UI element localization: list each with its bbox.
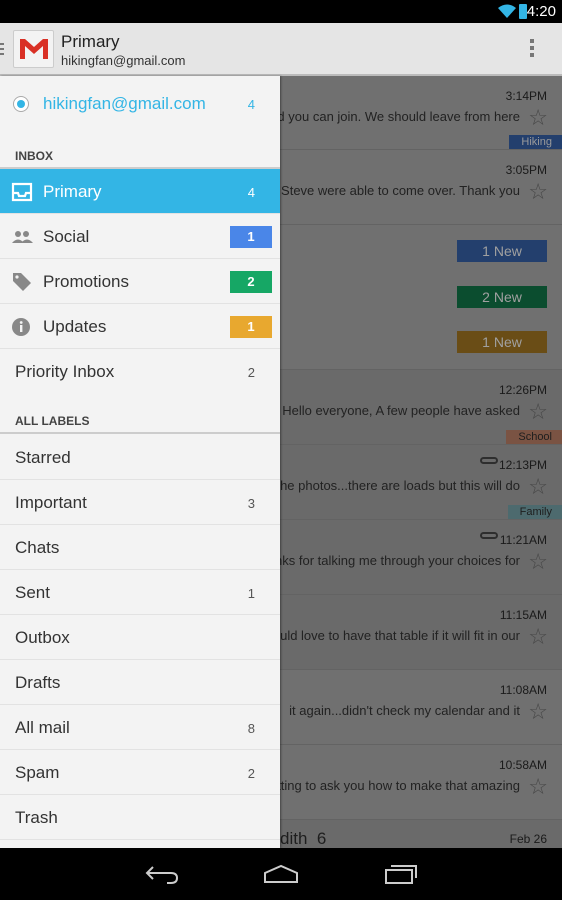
drawer-item-important[interactable]: Important 3 — [0, 480, 280, 525]
system-nav-bar — [0, 848, 562, 900]
account-item[interactable]: hikingfan@gmail.com 4 — [0, 76, 280, 134]
inbox-icon — [11, 182, 33, 202]
email-snippet: and Steve were able to come over. Thank … — [280, 183, 520, 198]
clock: 4:20 — [526, 3, 556, 20]
star-icon[interactable]: ☆ — [528, 626, 548, 648]
wifi-icon — [498, 4, 516, 18]
drawer-item-sent[interactable]: Sent 1 — [0, 570, 280, 615]
email-row[interactable]: 11:21AM nks for talking me through your … — [280, 520, 562, 595]
label-chip: School — [506, 430, 562, 444]
app-bar: Primary hikingfan@gmail.com — [0, 23, 562, 76]
info-icon — [12, 318, 30, 336]
label-chip: Family — [507, 505, 562, 519]
recent-apps-icon[interactable] — [384, 864, 418, 884]
people-icon — [12, 231, 33, 243]
account-email: hikingfan@gmail.com — [43, 94, 206, 113]
drawer-item-chats[interactable]: Chats — [0, 525, 280, 570]
star-icon[interactable]: ☆ — [528, 776, 548, 798]
back-icon[interactable] — [145, 864, 179, 884]
battery-icon — [519, 4, 527, 19]
email-list-dimmed-scrim[interactable]: 3:14PM d you can join. We should leave f… — [280, 76, 562, 848]
updates-new-badge[interactable]: 1 New — [457, 331, 547, 353]
email-snippet: would love to have that table if it will… — [280, 628, 520, 643]
email-snippet: nks for talking me through your choices … — [280, 553, 520, 568]
email-row[interactable]: dith 6 Feb 26 — [280, 820, 562, 848]
star-icon[interactable]: ☆ — [528, 181, 548, 203]
attachment-icon — [480, 532, 498, 539]
email-row[interactable]: 12:26PM – Hello everyone, A few people h… — [280, 370, 562, 445]
drawer-item-primary[interactable]: Primary 4 — [0, 169, 280, 214]
drawer-item-social[interactable]: Social 1 — [0, 214, 280, 259]
account-subtitle: hikingfan@gmail.com — [61, 53, 186, 68]
email-time: 12:26PM — [498, 383, 547, 397]
drawer-menu-icon[interactable] — [0, 43, 4, 55]
email-time: 3:14PM — [505, 89, 547, 103]
email-time: 10:58AM — [498, 758, 547, 772]
drawer-item-drafts[interactable]: Drafts — [0, 660, 280, 705]
drawer-item-updates[interactable]: Updates 1 — [0, 304, 280, 349]
drawer-item-promotions[interactable]: Promotions 2 — [0, 259, 280, 304]
star-icon[interactable]: ☆ — [528, 701, 548, 723]
social-new-badge[interactable]: 1 New — [457, 240, 547, 262]
labels-section-header: ALL LABELS — [0, 394, 280, 434]
email-snippet: getting to ask you how to make that amaz… — [280, 778, 520, 793]
account-radio[interactable] — [13, 96, 29, 112]
gmail-logo[interactable] — [13, 30, 54, 68]
email-snippet: – Hello everyone, A few people have aske… — [280, 403, 520, 418]
inbox-section-header: INBOX — [0, 129, 280, 169]
account-count: 4 — [247, 97, 255, 112]
email-time: 11:21AM — [499, 533, 547, 547]
email-snippet: d you can join. We should leave from her… — [280, 109, 520, 124]
drawer-item-spam[interactable]: Spam 2 — [0, 750, 280, 795]
email-row[interactable]: 3:05PM and Steve were able to come over.… — [280, 150, 562, 225]
home-icon[interactable] — [263, 864, 299, 884]
email-row[interactable]: 11:15AM would love to have that table if… — [280, 595, 562, 670]
label-chip: Hiking — [509, 135, 562, 149]
star-icon[interactable]: ☆ — [528, 476, 548, 498]
attachment-icon — [480, 457, 498, 464]
email-row[interactable]: 10:58AM getting to ask you how to make t… — [280, 745, 562, 820]
drawer-item-priority-inbox[interactable]: Priority Inbox 2 — [0, 349, 280, 394]
email-time: 11:15AM — [499, 608, 547, 622]
navigation-drawer: hikingfan@gmail.com 4 INBOX Primary 4 So… — [0, 76, 280, 848]
tag-icon — [13, 273, 31, 291]
email-row[interactable]: 12:13PM the photos...there are loads but… — [280, 445, 562, 520]
star-icon[interactable]: ☆ — [528, 107, 548, 129]
email-snippet: it again...didn't check my calendar and … — [289, 703, 520, 718]
email-time: Feb 26 — [509, 832, 547, 846]
promotions-new-badge[interactable]: 2 New — [457, 286, 547, 308]
email-time: 11:08AM — [499, 683, 547, 697]
drawer-item-starred[interactable]: Starred — [0, 435, 280, 480]
star-icon[interactable]: ☆ — [528, 551, 548, 573]
email-row[interactable]: 11:08AM it again...didn't check my calen… — [280, 670, 562, 745]
email-sender: dith 6 — [280, 829, 327, 848]
drawer-item-all-mail[interactable]: All mail 8 — [0, 705, 280, 750]
email-time: 12:13PM — [498, 458, 547, 472]
star-icon[interactable]: ☆ — [528, 401, 548, 423]
drawer-item-outbox[interactable]: Outbox — [0, 615, 280, 660]
drawer-item-trash[interactable]: Trash — [0, 795, 280, 840]
status-bar: 4:20 — [0, 0, 562, 23]
overflow-menu-icon[interactable] — [530, 39, 534, 59]
email-time: 3:05PM — [505, 163, 547, 177]
category-summary[interactable]: 1 New 2 New 1 New — [280, 225, 562, 370]
email-row[interactable]: 3:14PM d you can join. We should leave f… — [280, 76, 562, 150]
email-snippet: the photos...there are loads but this wi… — [280, 478, 520, 493]
app-title: Primary — [61, 32, 120, 51]
